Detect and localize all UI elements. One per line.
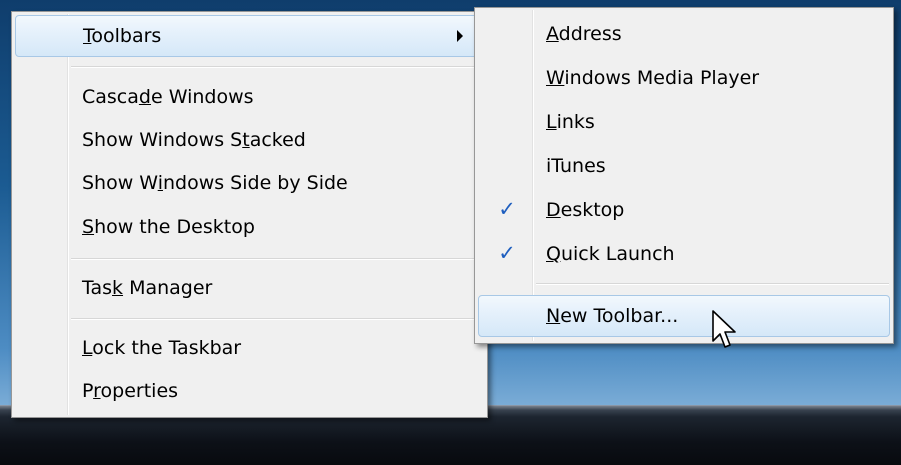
checkmark-icon: ✓: [498, 197, 516, 221]
menu-item-label: Windows Media Player: [546, 67, 760, 89]
menu-item-label: Links: [546, 111, 595, 133]
submenu-arrow-icon: [457, 30, 463, 42]
menu-item-label: Show Windows Side by Side: [82, 172, 348, 194]
submenu-item-itunes[interactable]: iTunes: [478, 145, 890, 187]
submenu-item-windows-media-player[interactable]: Windows Media Player: [478, 57, 890, 99]
submenu-item-quick-launch[interactable]: ✓ Quick Launch: [478, 233, 890, 275]
menu-item-toolbars[interactable]: Toolbars: [15, 15, 484, 57]
taskbar-context-menu: Toolbars Cascade Windows Show Windows St…: [11, 11, 488, 418]
menu-item-label: Address: [546, 23, 622, 45]
mouse-cursor-icon: [712, 310, 736, 348]
menu-item-label: Quick Launch: [546, 243, 675, 265]
menu-item-label: iTunes: [546, 155, 606, 177]
submenu-item-desktop[interactable]: ✓ Desktop: [478, 189, 890, 231]
submenu-item-new-toolbar[interactable]: New Toolbar...: [478, 295, 890, 337]
menu-item-label: Desktop: [546, 199, 625, 221]
menu-item-properties[interactable]: Properties: [15, 370, 484, 412]
menu-separator: [71, 258, 483, 260]
menu-separator: [71, 318, 483, 320]
menu-item-label: Lock the Taskbar: [82, 337, 242, 359]
menu-item-show-the-desktop[interactable]: Show the Desktop: [15, 206, 484, 248]
toolbars-submenu: Address Windows Media Player Links iTune…: [474, 7, 894, 344]
menu-separator: [536, 283, 889, 285]
menu-item-label: Show Windows Stacked: [82, 129, 306, 151]
menu-item-label: Properties: [82, 380, 179, 402]
menu-separator: [71, 66, 483, 68]
menu-item-show-windows-stacked[interactable]: Show Windows Stacked: [15, 119, 484, 161]
submenu-item-links[interactable]: Links: [478, 101, 890, 143]
checkmark-icon: ✓: [498, 241, 516, 265]
menu-item-label: Show the Desktop: [82, 216, 255, 238]
menu-item-show-windows-side-by-side[interactable]: Show Windows Side by Side: [15, 162, 484, 204]
menu-item-label: Toolbars: [83, 25, 162, 47]
submenu-item-address[interactable]: Address: [478, 13, 890, 55]
menu-item-label: Cascade Windows: [82, 86, 254, 108]
menu-item-task-manager[interactable]: Task Manager: [15, 267, 484, 309]
menu-item-cascade-windows[interactable]: Cascade Windows: [15, 76, 484, 118]
menu-item-label: Task Manager: [82, 277, 213, 299]
menu-item-label: New Toolbar...: [546, 305, 679, 327]
menu-item-lock-the-taskbar[interactable]: Lock the Taskbar: [15, 327, 484, 369]
